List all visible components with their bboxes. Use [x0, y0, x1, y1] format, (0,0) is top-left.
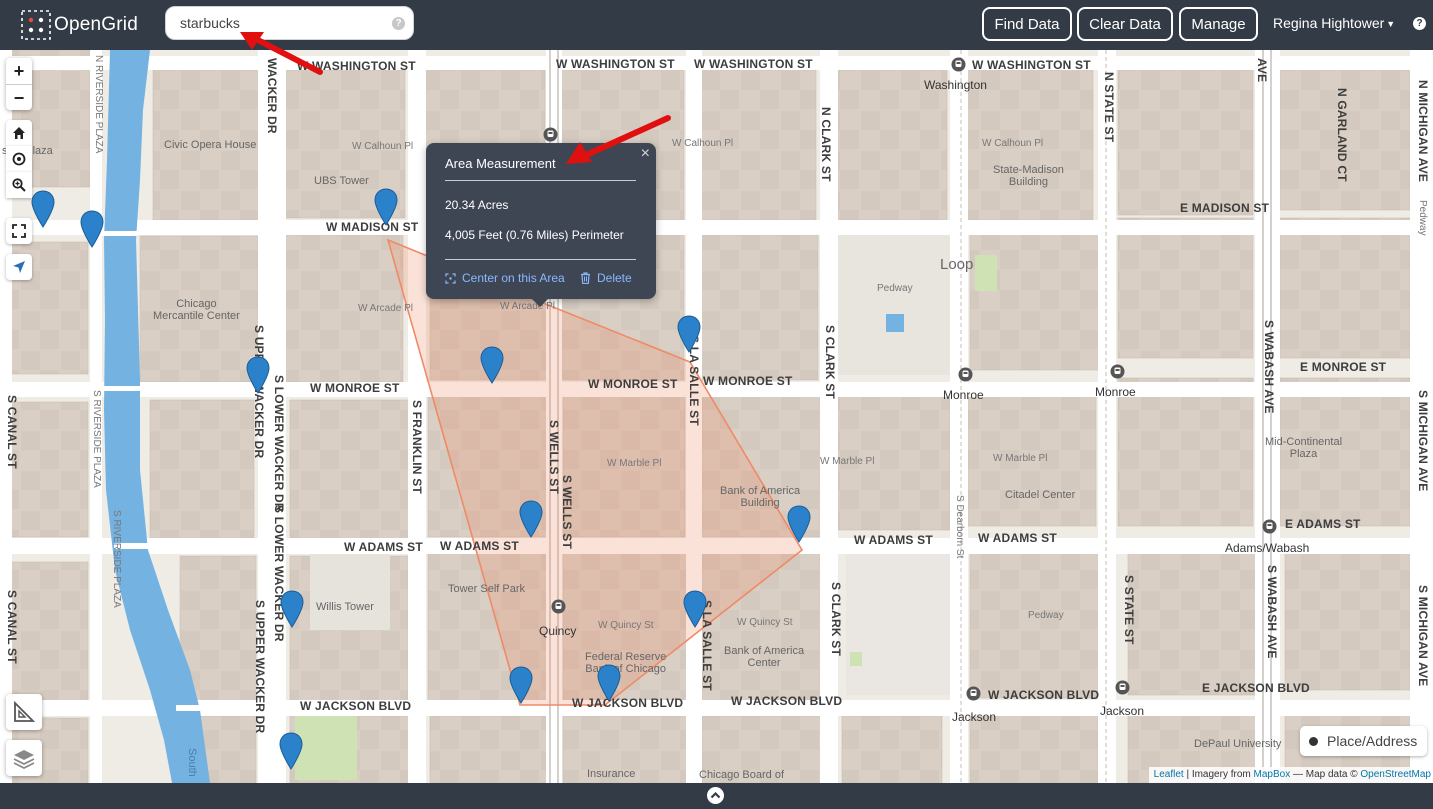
radio-dot-icon [1309, 736, 1318, 746]
map-marker-icon[interactable] [246, 356, 270, 394]
map-marker-icon[interactable] [31, 190, 55, 228]
attribution-text: — Map data © [1290, 769, 1361, 780]
map-attribution: Leaflet | Imagery from MapBox — Map data… [1148, 767, 1433, 783]
place-address-label: Place/Address [1327, 733, 1418, 749]
map-marker-icon[interactable] [597, 664, 621, 702]
train-station-icon[interactable] [543, 127, 558, 142]
crosshair-icon [445, 272, 456, 284]
place-address-button[interactable]: Place/Address [1300, 726, 1427, 756]
map-marker-icon[interactable] [787, 505, 811, 543]
trash-icon [581, 272, 590, 284]
map-marker-icon[interactable] [280, 590, 304, 628]
grid-logo-icon [21, 10, 51, 40]
brand-name: OpenGrid [54, 14, 138, 35]
map-canvas[interactable]: W WASHINGTON ST W WASHINGTON ST W WASHIN… [0, 50, 1433, 783]
popup-title: Area Measurement [445, 156, 556, 171]
layers-button[interactable] [6, 740, 42, 776]
train-station-icon[interactable] [958, 367, 973, 382]
zoom-in-button[interactable]: + [6, 58, 32, 84]
map-marker-icon[interactable] [683, 590, 707, 628]
area-measurement-polygon[interactable] [0, 50, 1433, 783]
location-arrow-icon [13, 261, 25, 273]
zoom-to-extent-button[interactable] [6, 172, 32, 198]
delete-area-label: Delete [597, 271, 632, 285]
home-icon [13, 127, 25, 139]
caret-down-icon: ▼ [1386, 19, 1396, 29]
map-marker-icon[interactable] [480, 346, 504, 384]
divider [445, 259, 636, 260]
annotation-arrow-icon [240, 32, 323, 75]
area-perimeter: 4,005 Feet (0.76 Miles) Perimeter [445, 228, 624, 242]
locate-button[interactable] [6, 146, 32, 172]
map-marker-icon[interactable] [509, 666, 533, 704]
manage-button[interactable]: Manage [1179, 7, 1258, 41]
help-icon[interactable]: ? [1413, 17, 1426, 30]
fullscreen-icon [12, 224, 26, 238]
map-marker-icon[interactable] [279, 732, 303, 770]
find-data-button[interactable]: Find Data [982, 7, 1072, 41]
leaflet-link[interactable]: Leaflet [1154, 769, 1184, 780]
chevron-up-icon [710, 791, 721, 799]
map-marker-icon[interactable] [80, 210, 104, 248]
delete-area-link[interactable]: Delete [580, 271, 632, 285]
geolocate-button[interactable] [6, 254, 32, 280]
center-on-area-link[interactable]: Center on this Area [445, 271, 565, 285]
map-marker-icon[interactable] [374, 188, 398, 226]
home-button[interactable] [6, 120, 32, 146]
map-marker-icon[interactable] [519, 500, 543, 538]
train-station-icon[interactable] [966, 686, 981, 701]
train-station-icon[interactable] [1115, 680, 1130, 695]
train-station-icon[interactable] [951, 57, 966, 72]
osm-link[interactable]: OpenStreetMap [1360, 769, 1431, 780]
mapbox-link[interactable]: MapBox [1254, 769, 1291, 780]
fullscreen-button[interactable] [6, 218, 32, 244]
target-icon [12, 152, 26, 166]
train-station-icon[interactable] [1110, 364, 1125, 379]
bottom-panel-bar [0, 783, 1433, 807]
user-menu[interactable]: Regina Hightower ▼ [1273, 15, 1395, 31]
layers-icon [13, 750, 35, 770]
ruler-triangle-icon [14, 701, 35, 722]
divider [445, 180, 636, 181]
expand-panel-button[interactable] [707, 787, 724, 804]
center-on-area-label: Center on this Area [462, 271, 565, 285]
area-acres: 20.34 Acres [445, 198, 509, 212]
clear-data-button[interactable]: Clear Data [1077, 7, 1173, 41]
map-marker-icon[interactable] [677, 315, 701, 353]
measure-tool-button[interactable] [6, 694, 42, 730]
user-name: Regina Hightower [1273, 15, 1385, 31]
zoom-control: + − [6, 58, 32, 110]
train-station-icon[interactable] [1262, 519, 1277, 534]
zoom-out-button[interactable]: − [6, 84, 32, 110]
top-navbar: OpenGrid ? Find Data Clear Data Manage R… [0, 0, 1433, 50]
attribution-text: | Imagery from [1183, 769, 1254, 780]
search-help-icon[interactable]: ? [392, 17, 405, 30]
annotation-arrow-icon [566, 115, 671, 164]
popup-tip [530, 297, 550, 307]
app-logo[interactable]: OpenGrid [20, 8, 138, 42]
train-station-icon[interactable] [551, 599, 566, 614]
zoom-search-icon [12, 178, 26, 192]
